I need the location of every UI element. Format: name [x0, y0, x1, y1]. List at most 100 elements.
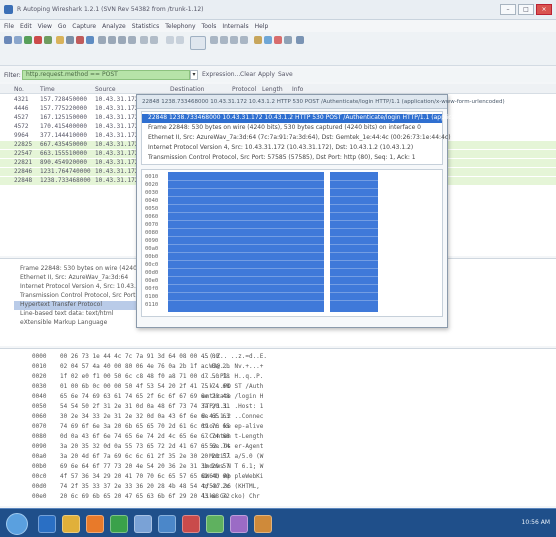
column-header-source[interactable]: Source [95, 86, 116, 93]
save-filter-button[interactable]: Save [278, 71, 293, 78]
menu-help[interactable]: Help [255, 23, 269, 30]
filter-dropdown-button[interactable]: ▾ [190, 70, 198, 80]
start-capture-icon[interactable] [24, 36, 32, 44]
detail-tree-item[interactable]: Ethernet II, Src: AzureWav_7a:3d:64 [20, 274, 128, 283]
column-header-time[interactable]: Time [40, 86, 55, 93]
detail-tree-item[interactable]: eXtensible Markup Language [20, 319, 107, 328]
bytes-ascii: OW64) Ap pleWebKi [202, 473, 264, 480]
explorer-taskbar-icon[interactable] [62, 515, 80, 533]
detail-tree-item[interactable]: Transmission Control Protocol, Src Port: [20, 292, 138, 301]
zoom-in-icon[interactable] [210, 36, 218, 44]
go-forward-icon[interactable] [118, 36, 126, 44]
excel-taskbar-icon[interactable] [206, 515, 224, 533]
media-taskbar-icon[interactable] [182, 515, 200, 533]
menu-tools[interactable]: Tools [202, 23, 217, 30]
popup-hex-selection[interactable] [168, 172, 324, 312]
colorize-icon[interactable] [166, 36, 174, 44]
wireshark-taskbar-icon[interactable] [134, 515, 152, 533]
tray-clock[interactable]: 10:56 AM [522, 519, 550, 526]
packet-number: 22825 [14, 141, 33, 148]
menu-capture[interactable]: Capture [72, 23, 96, 30]
ie-taskbar-icon[interactable] [38, 515, 56, 533]
popup-tree-item[interactable]: Ethernet II, Src: AzureWav_7a:3d:64 (7c:… [142, 134, 451, 143]
popup-ascii-selection[interactable] [330, 172, 378, 312]
popup-selected-row[interactable]: 22848 1238.733468000 10.43.31.172 10.43.… [142, 114, 544, 123]
restart-capture-icon[interactable] [44, 36, 52, 44]
help-icon[interactable] [296, 36, 304, 44]
expression-button[interactable]: Expression... [202, 71, 240, 78]
menu-edit[interactable]: Edit [20, 23, 32, 30]
interfaces-icon[interactable] [4, 36, 12, 44]
column-header-destination[interactable]: Destination [170, 86, 204, 93]
window-controls: – □ × [500, 4, 552, 15]
firefox-taskbar-icon[interactable] [86, 515, 104, 533]
bytes-offset: 0090 [32, 443, 47, 450]
popup-tree-item[interactable]: Transmission Control Protocol, Src Port:… [142, 154, 442, 163]
column-header-protocol[interactable]: Protocol [232, 86, 256, 93]
packet-source: 10.43.31.172 [95, 132, 139, 139]
first-packet-icon[interactable] [140, 36, 148, 44]
preferences-icon[interactable] [284, 36, 292, 44]
packet-source: 10.43.31.172 [95, 168, 139, 175]
options-icon[interactable] [14, 36, 22, 44]
normal-size-icon[interactable] [230, 36, 238, 44]
zoom-out-icon[interactable] [220, 36, 228, 44]
hex-row-divider [330, 260, 378, 261]
hex-row-divider [330, 236, 378, 237]
menu-internals[interactable]: Internals [222, 23, 248, 30]
go-to-packet-icon[interactable] [128, 36, 136, 44]
detail-tree-item[interactable]: Hypertext Transfer Protocol [14, 301, 142, 310]
find-packet-icon[interactable] [98, 36, 106, 44]
powerpoint-taskbar-icon[interactable] [254, 515, 272, 533]
display-filters-icon[interactable] [264, 36, 272, 44]
stop-capture-icon[interactable] [34, 36, 42, 44]
detail-tree-item[interactable]: Frame 22848: 530 bytes on wire (4240 bit… [20, 265, 152, 274]
reload-icon[interactable] [86, 36, 94, 44]
menu-file[interactable]: File [4, 23, 14, 30]
save-file-icon[interactable] [66, 36, 74, 44]
layout-icon[interactable] [190, 36, 206, 50]
column-header-length[interactable]: Length [262, 86, 283, 93]
start-button[interactable] [6, 513, 28, 535]
autoscroll-icon[interactable] [176, 36, 184, 44]
popup-hex-offset: 0090 [145, 238, 159, 244]
popup-hex-offset: 00c0 [145, 262, 159, 268]
close-file-icon[interactable] [76, 36, 84, 44]
close-button[interactable]: × [536, 4, 552, 15]
menu-go[interactable]: Go [58, 23, 66, 30]
menu-telephony[interactable]: Telephony [165, 23, 195, 30]
hex-row-divider [330, 292, 378, 293]
column-header-no[interactable]: No. [14, 86, 24, 93]
main-toolbar [0, 32, 556, 66]
resize-columns-icon[interactable] [240, 36, 248, 44]
packet-popup-window[interactable]: 22848 1238.733468000 10.43.31.172 10.43.… [136, 94, 544, 328]
app-taskbar-icon[interactable] [230, 515, 248, 533]
menu-view[interactable]: View [38, 23, 52, 30]
minimize-button[interactable]: – [500, 4, 516, 15]
packet-time: 170.415400000 [40, 123, 87, 130]
popup-tree-item[interactable]: Frame 22848: 530 bytes on wire (4240 bit… [142, 124, 442, 133]
bytes-ascii: like Ge cko) Chr [202, 493, 260, 500]
clear-button[interactable]: Clear [240, 71, 256, 78]
menu-statistics[interactable]: Statistics [132, 23, 159, 30]
filter-label: Filter: [4, 72, 21, 79]
go-back-icon[interactable] [108, 36, 116, 44]
popup-hex-offset: 0080 [145, 230, 159, 236]
popup-tree-item[interactable]: Internet Protocol Version 4, Src: 10.43.… [142, 144, 442, 153]
detail-tree-item[interactable]: Line-based text data: text/html [20, 310, 113, 319]
menu-analyze[interactable]: Analyze [102, 23, 126, 30]
word-taskbar-icon[interactable] [158, 515, 176, 533]
maximize-button[interactable]: □ [518, 4, 534, 15]
last-packet-icon[interactable] [150, 36, 158, 44]
chrome-taskbar-icon[interactable] [110, 515, 128, 533]
packet-number: 4572 [14, 123, 29, 130]
bytes-ascii: indows N T 6.1; W [202, 463, 264, 470]
coloring-rules-icon[interactable] [274, 36, 282, 44]
filter-input[interactable]: http.request.method == POST [22, 70, 190, 80]
capture-filters-icon[interactable] [254, 36, 262, 44]
apply-button[interactable]: Apply [258, 71, 275, 78]
open-file-icon[interactable] [56, 36, 64, 44]
packet-time: 377.144410000 [40, 132, 87, 139]
column-header-info[interactable]: Info [292, 86, 303, 93]
packet-time: 1231.764740000 [40, 168, 91, 175]
